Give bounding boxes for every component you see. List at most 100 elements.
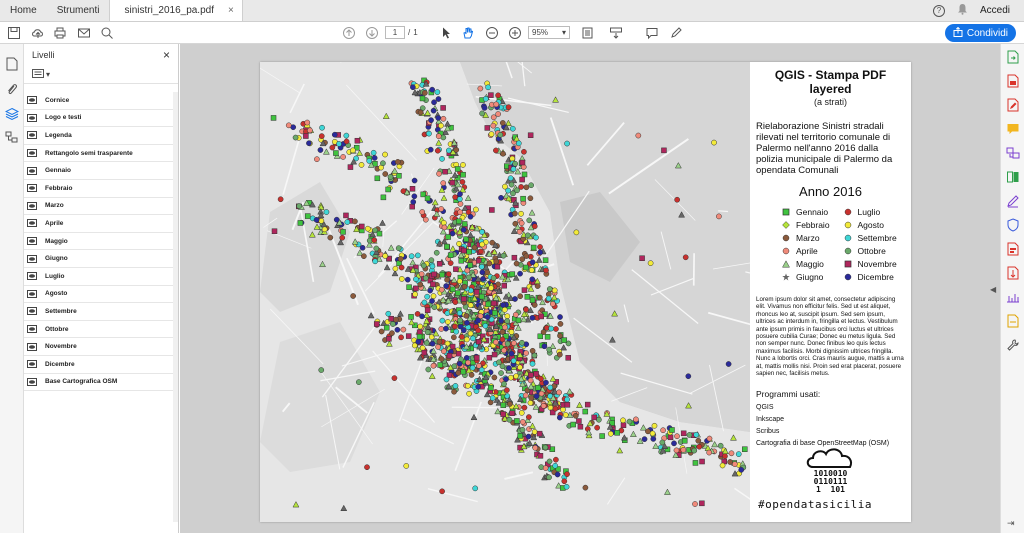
tab-tools[interactable]: Strumenti — [47, 0, 110, 21]
eye-icon[interactable] — [27, 237, 37, 246]
accident-point — [699, 500, 705, 507]
upload-cloud-icon[interactable] — [30, 25, 46, 41]
tab-home[interactable]: Home — [0, 0, 47, 21]
eye-icon[interactable] — [27, 166, 37, 175]
collapse-right-panel-icon[interactable]: ◀ — [990, 285, 996, 294]
select-cursor-icon[interactable] — [438, 25, 454, 41]
eye-icon[interactable] — [27, 325, 37, 334]
layer-row[interactable]: Luglio — [24, 268, 174, 286]
zoom-in-icon[interactable] — [507, 25, 523, 41]
zoom-out-icon[interactable] — [484, 25, 500, 41]
layer-row[interactable]: Gennaio — [24, 162, 174, 180]
create-pdf-icon[interactable] — [1006, 74, 1020, 88]
layer-row[interactable]: Cornice — [24, 92, 174, 110]
zoom-select[interactable]: 95% ▾ — [528, 26, 570, 39]
layers-options-menu[interactable]: ▾ — [24, 66, 178, 84]
compress-pdf-icon[interactable] — [1006, 266, 1020, 280]
eye-icon[interactable] — [27, 360, 37, 369]
page-thumbnails-icon[interactable] — [4, 56, 20, 72]
close-panel-icon[interactable]: × — [163, 48, 170, 62]
accident-point — [474, 354, 480, 361]
layer-row[interactable]: Giugno — [24, 250, 174, 268]
scan-ocr-icon[interactable] — [1006, 314, 1020, 328]
save-icon[interactable] — [6, 25, 22, 41]
close-tab-icon[interactable]: × — [228, 5, 234, 16]
layer-row[interactable]: Logo e testi — [24, 110, 174, 128]
next-page-icon[interactable] — [364, 25, 380, 41]
eye-icon[interactable] — [27, 342, 37, 351]
bell-icon[interactable] — [957, 3, 968, 18]
hand-tool-icon[interactable] — [460, 25, 476, 41]
accident-point — [411, 177, 418, 184]
layer-row[interactable]: Agosto — [24, 286, 174, 304]
eye-icon[interactable] — [27, 149, 37, 158]
more-tools-icon[interactable] — [1006, 338, 1020, 352]
layers-icon[interactable] — [4, 106, 20, 122]
fill-sign-icon[interactable] — [1006, 194, 1020, 208]
bookmark-tree-icon[interactable] — [4, 130, 20, 146]
accident-point — [564, 402, 571, 408]
eye-icon[interactable] — [27, 131, 37, 140]
share-button[interactable]: Condividi — [944, 24, 1016, 42]
layer-row[interactable]: Marzo — [24, 198, 174, 216]
scroll-mode-icon[interactable] — [608, 25, 624, 41]
layer-row[interactable]: Dicembre — [24, 356, 174, 374]
layer-row[interactable]: Novembre — [24, 338, 174, 356]
accident-point — [424, 307, 431, 314]
pen-icon[interactable] — [668, 25, 684, 41]
document-viewport[interactable]: QGIS - Stampa PDF layered (a strati) Rie… — [180, 44, 1000, 533]
accident-point — [510, 357, 517, 364]
layer-row[interactable]: Base Cartografica OSM — [24, 374, 174, 392]
eye-icon[interactable] — [27, 307, 37, 316]
eye-icon[interactable] — [27, 201, 37, 210]
layer-row[interactable]: Febbraio — [24, 180, 174, 198]
signin-link[interactable]: Accedi — [980, 5, 1010, 16]
page-number-input[interactable]: 1 — [385, 26, 405, 39]
search-icon[interactable] — [99, 25, 115, 41]
help-icon[interactable]: ? — [932, 4, 945, 17]
accident-point — [419, 345, 426, 351]
edit-pdf-icon[interactable] — [1006, 98, 1020, 112]
left-navigation-rail — [0, 44, 24, 533]
layer-row[interactable]: Maggio — [24, 233, 174, 251]
accident-point — [361, 253, 367, 260]
redact-icon[interactable] — [1006, 242, 1020, 256]
eye-icon[interactable] — [27, 219, 37, 228]
share-icon — [953, 26, 963, 40]
eye-icon[interactable] — [27, 184, 37, 193]
eye-icon[interactable] — [27, 377, 37, 386]
accident-point — [419, 209, 426, 215]
layer-row[interactable]: Ottobre — [24, 321, 174, 339]
accident-point — [547, 384, 554, 391]
protect-icon[interactable] — [1006, 218, 1020, 232]
comment-icon[interactable] — [644, 25, 660, 41]
layer-row[interactable]: Settembre — [24, 303, 174, 321]
eye-icon[interactable] — [27, 96, 37, 105]
email-icon[interactable] — [76, 25, 92, 41]
print-icon[interactable] — [52, 25, 68, 41]
tab-document[interactable]: sinistri_2016_pa.pdf × — [109, 0, 243, 21]
comment-tool-icon[interactable] — [1006, 122, 1020, 136]
eye-icon[interactable] — [27, 113, 37, 122]
expand-rail-icon[interactable]: ⇥ — [1007, 518, 1015, 529]
combine-files-icon[interactable] — [1006, 146, 1020, 160]
eye-icon[interactable] — [27, 272, 37, 281]
export-pdf-icon[interactable] — [1006, 50, 1020, 64]
layer-row[interactable]: Legenda — [24, 127, 174, 145]
eye-icon[interactable] — [27, 289, 37, 298]
measure-icon[interactable] — [1006, 290, 1020, 304]
panel-scrollbar[interactable] — [173, 92, 178, 522]
accident-point — [742, 446, 748, 452]
organize-pages-icon[interactable] — [1006, 170, 1020, 184]
accident-point — [457, 196, 463, 202]
fit-page-icon[interactable] — [580, 25, 596, 41]
layer-row[interactable]: Rettangolo semi trasparente — [24, 145, 174, 163]
attachments-icon[interactable] — [4, 82, 20, 98]
prev-page-icon[interactable] — [341, 25, 357, 41]
accident-point — [509, 125, 516, 132]
layer-row[interactable]: Aprile — [24, 215, 174, 233]
accident-point — [479, 229, 485, 235]
eye-icon[interactable] — [27, 254, 37, 263]
accident-point — [435, 96, 442, 102]
tab-document-label: sinistri_2016_pa.pdf — [124, 5, 214, 16]
